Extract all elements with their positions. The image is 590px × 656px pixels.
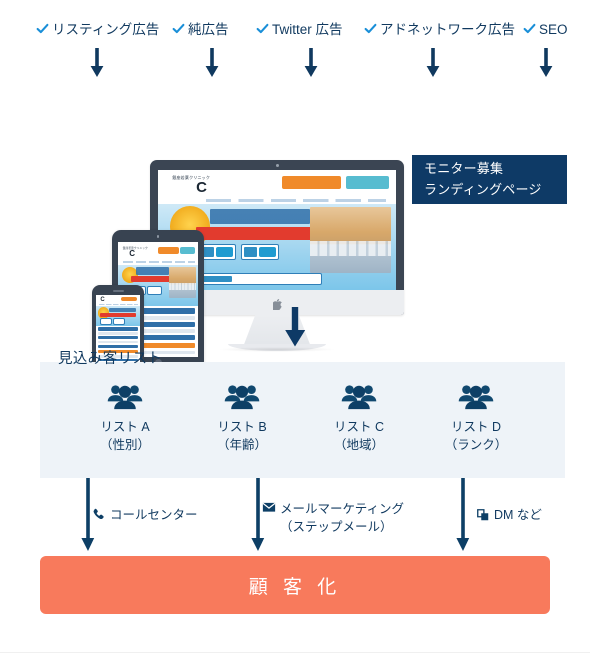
site-hero-subtitle	[130, 276, 173, 283]
site-hero-title	[109, 307, 136, 312]
arrow-down-icon	[537, 48, 555, 78]
site-row	[97, 331, 139, 335]
prospect-list-a: リスト A （性別）	[80, 383, 170, 454]
site-hero-strip	[196, 273, 322, 285]
channel-ad-network: アドネットワーク広告	[364, 20, 515, 40]
site-price-box-1	[99, 318, 113, 325]
channel-label: SEO	[539, 22, 568, 37]
prospect-list-c: リスト C （地域）	[314, 383, 404, 454]
channel-label: リスティング広告	[52, 22, 160, 37]
site-logo-mark: C	[129, 248, 135, 258]
monitor-shadow	[218, 347, 336, 352]
outreach-label: コールセンター	[110, 508, 198, 522]
check-icon	[256, 22, 269, 35]
prospect-list-attribute: （性別）	[99, 438, 150, 453]
site-cta-cyan	[180, 246, 195, 255]
tablet-camera-dot	[156, 235, 160, 238]
site-hero-subtitle	[99, 312, 137, 317]
site-nav	[122, 260, 195, 264]
conversion-label: 顧 客 化	[248, 576, 342, 598]
outreach-label: DM など	[494, 508, 542, 522]
outreach-sublabel: （ステップメール）	[280, 520, 393, 535]
site-logo-text: 銀座若葉クリニック	[122, 247, 148, 251]
arrow-down-icon	[88, 48, 106, 78]
arrow-down-icon	[455, 478, 471, 552]
channel-twitter-ads: Twitter 広告	[256, 20, 343, 40]
arrow-down-icon	[302, 48, 320, 78]
prospect-list-d: リスト D （ランク）	[431, 383, 521, 454]
check-icon	[36, 22, 49, 35]
outreach-direct-mail: DM など	[476, 506, 542, 524]
channel-seo: SEO	[523, 20, 568, 40]
phone-icon	[92, 508, 106, 520]
site-cta-cyan	[346, 176, 389, 190]
acquisition-channels-row: リスティング広告 純広告 Twitter 広告 アドネットワーク広告 SEO	[0, 20, 590, 42]
site-cta-orange	[158, 246, 179, 255]
outreach-label: メールマーケティング	[280, 502, 405, 516]
channel-label: アドネットワーク広告	[380, 22, 515, 37]
prospect-list-title: 見込み客リスト	[58, 351, 163, 367]
channel-label: 純広告	[188, 22, 229, 37]
conversion-banner: 顧 客 化	[40, 556, 550, 614]
landing-page-callout: モニター募集 ランディングページ	[412, 155, 567, 204]
channel-label: Twitter 広告	[272, 22, 343, 37]
arrow-down-icon	[203, 48, 221, 78]
site-hero	[96, 305, 140, 326]
users-group-icon	[223, 383, 261, 411]
site-cta-orange	[281, 176, 342, 190]
prospect-list-attribute: （年齢）	[216, 438, 267, 453]
site-nav	[205, 198, 387, 202]
users-group-icon	[106, 383, 144, 411]
site-hero-title	[210, 208, 311, 225]
prospect-list-name: リスト A	[100, 420, 150, 434]
webcam-dot	[275, 164, 279, 167]
infographic-canvas: リスティング広告 純広告 Twitter 広告 アドネットワーク広告 SEO 銀…	[0, 0, 590, 656]
bottom-divider	[0, 652, 590, 653]
prospect-list-b: リスト B （年齢）	[197, 383, 287, 454]
prospect-list-name: リスト C	[333, 420, 384, 434]
users-group-icon	[457, 383, 495, 411]
users-group-icon	[340, 383, 378, 411]
channel-listing-ads: リスティング広告	[36, 20, 159, 40]
site-logo-mark: C	[196, 179, 207, 197]
phone-speaker	[112, 289, 124, 292]
check-icon	[172, 22, 185, 35]
prospect-list-attribute: （地域）	[333, 438, 384, 453]
site-logo-mark: C	[100, 297, 105, 304]
callout-line-2: ランディングページ	[424, 181, 542, 197]
site-header: 銀座若葉クリニック C	[118, 242, 198, 266]
mail-icon	[262, 502, 276, 514]
arrow-down-icon	[282, 307, 308, 347]
site-price-box-2	[146, 285, 162, 296]
prospect-list-name: リスト D	[450, 420, 501, 434]
site-row	[97, 340, 139, 344]
check-icon	[523, 22, 536, 35]
apple-logo-icon	[270, 297, 282, 311]
prospect-list-name: リスト B	[217, 420, 267, 434]
callout-line-1: モニター募集	[424, 161, 504, 177]
check-icon	[364, 22, 377, 35]
site-hero-photo	[169, 266, 197, 299]
documents-icon	[476, 508, 490, 521]
site-hero-subtitle	[196, 226, 320, 240]
site-price-box-2	[241, 244, 279, 261]
channel-pure-ads: 純広告	[172, 20, 229, 40]
prospect-list-attribute: （ランク）	[444, 438, 508, 453]
site-hero-photo	[310, 207, 392, 273]
site-row	[97, 327, 139, 331]
site-price-box-1	[198, 244, 237, 261]
site-price-box-2	[112, 318, 126, 325]
site-hero-title	[135, 267, 170, 275]
outreach-call-center: コールセンター	[92, 506, 198, 524]
outreach-email-marketing: メールマーケティング （ステップメール）	[262, 500, 404, 536]
site-row	[97, 335, 139, 340]
arrow-down-icon	[424, 48, 442, 78]
site-header: 銀座若葉クリニック C	[158, 170, 396, 205]
site-cta-orange	[120, 297, 138, 301]
